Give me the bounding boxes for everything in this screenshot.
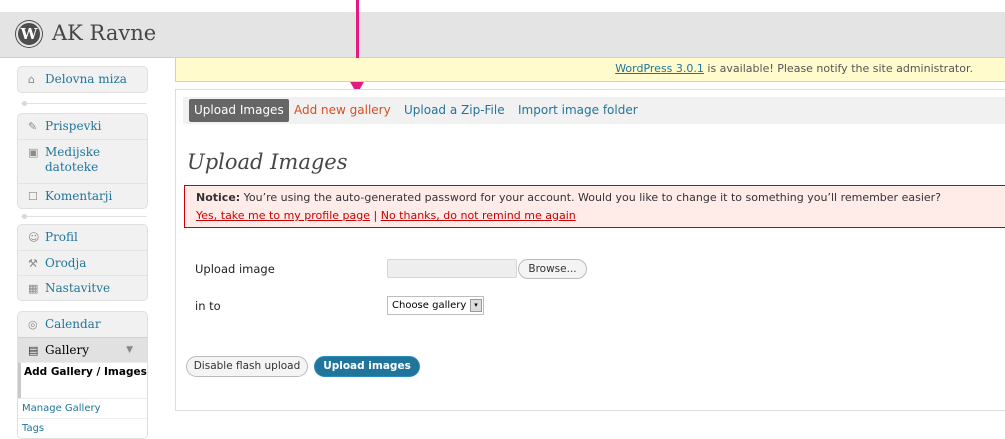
comment-icon: ☐ <box>28 190 38 203</box>
sidebar-item-label: Delovna miza <box>45 72 127 86</box>
site-title[interactable]: AK Ravne <box>52 21 156 45</box>
users-icon: ☺ <box>28 231 40 244</box>
dismiss-reminder-link[interactable]: No thanks, do not remind me again <box>381 209 576 222</box>
settings-icon: ▦ <box>28 282 39 295</box>
sidebar-item-gallery[interactable]: ▤ Gallery ▼ <box>18 337 147 362</box>
menu-group-content: ✎ Prispevki ▣ Medijske datoteke ☐ Komentarj… <box>17 113 148 209</box>
dropdown-arrow-icon[interactable]: ▾ <box>470 299 482 312</box>
notice-label: Notice: <box>196 191 241 204</box>
tools-icon: ⚒ <box>28 257 38 270</box>
update-notice: WordPress 3.0.1 is available! Please not… <box>175 58 1005 82</box>
admin-header: W AK Ravne <box>0 12 1005 58</box>
tab-import-folder[interactable]: Import image folder <box>518 99 638 122</box>
separator-handle-icon <box>22 214 27 219</box>
submenu-item-manage-gallery[interactable]: Manage Gallery <box>18 398 147 418</box>
submenu-toggle-icon[interactable]: ▼ <box>126 338 133 363</box>
notice-actions: Yes, take me to my profile page | No tha… <box>196 208 1005 224</box>
sidebar-item-label: Prispevki <box>45 119 102 133</box>
menu-group-plugins: ◎ Calendar ▤ Gallery ▼ Add Gallery / Image… <box>17 311 148 439</box>
sidebar-item-posts[interactable]: ✎ Prispevki <box>18 114 147 139</box>
sidebar-item-label: Komentarji <box>45 189 113 203</box>
tab-add-new-gallery[interactable]: Add new gallery <box>294 99 391 122</box>
calendar-icon: ◎ <box>28 318 38 331</box>
sidebar-item-profile[interactable]: ☺ Profil <box>18 225 147 250</box>
gallery-tabs: Upload Images Add new gallery Upload a Z… <box>183 97 1005 124</box>
gallery-select[interactable]: Choose gallery ▾ <box>387 296 484 315</box>
page-title: Upload Images <box>187 150 348 174</box>
media-icon: ▣ <box>28 146 39 159</box>
separator-handle-icon <box>22 101 27 106</box>
sidebar-item-label: Calendar <box>45 317 101 331</box>
tab-upload-images[interactable]: Upload Images <box>189 99 289 122</box>
notice-message: Notice: You’re using the auto-generated … <box>196 190 1005 206</box>
disable-flash-button[interactable]: Disable flash upload <box>186 356 308 377</box>
sidebar-item-label: Medijske datoteke <box>45 145 101 174</box>
file-path-input[interactable] <box>387 259 517 278</box>
browse-button[interactable]: Browse... <box>518 259 587 279</box>
submenu-item-add-gallery[interactable]: Add Gallery / Images <box>18 362 147 398</box>
menu-group-dashboard: ⌂ Delovna miza <box>17 66 148 93</box>
sidebar-item-label: Nastavitve <box>45 281 111 295</box>
menu-separator[interactable] <box>21 214 147 219</box>
gallery-icon: ▤ <box>28 344 39 357</box>
sidebar-item-label: Profil <box>45 230 78 244</box>
submenu-item-tags[interactable]: Tags <box>18 418 147 438</box>
upload-images-button[interactable]: Upload images <box>314 356 420 377</box>
main-content: Upload Images Add new gallery Upload a Z… <box>175 89 1005 411</box>
upload-image-label: Upload image <box>195 262 275 276</box>
sidebar-item-label: Gallery <box>45 343 90 357</box>
password-notice: Notice: You’re using the auto-generated … <box>184 185 1005 228</box>
sidebar-item-dashboard[interactable]: ⌂ Delovna miza <box>18 67 147 92</box>
notice-separator: | <box>370 209 381 222</box>
gallery-submenu: Add Gallery / Images Manage Gallery Tags <box>18 362 147 438</box>
menu-separator[interactable] <box>21 101 147 106</box>
wordpress-logo-icon[interactable]: W <box>16 21 42 47</box>
tab-upload-zip[interactable]: Upload a Zip-File <box>404 99 505 122</box>
sidebar-item-tools[interactable]: ⚒ Orodja <box>18 250 147 275</box>
profile-page-link[interactable]: Yes, take me to my profile page <box>196 209 370 222</box>
update-notice-message: is available! Please notify the site adm… <box>703 62 973 75</box>
pin-icon: ✎ <box>28 120 38 133</box>
into-gallery-label: in to <box>195 299 221 313</box>
sidebar-item-media[interactable]: ▣ Medijske datoteke <box>18 139 147 183</box>
update-notice-text: WordPress 3.0.1 is available! Please not… <box>615 58 973 80</box>
admin-sidebar: ⌂ Delovna miza ✎ Prispevki ▣ Medijske datot… <box>17 66 149 439</box>
update-link[interactable]: WordPress 3.0.1 <box>615 62 704 75</box>
home-icon: ⌂ <box>28 73 35 86</box>
sidebar-item-label: Orodja <box>45 256 87 270</box>
sidebar-item-settings[interactable]: ▦ Nastavitve <box>18 275 147 300</box>
notice-text: You’re using the auto-generated password… <box>240 191 942 204</box>
sidebar-item-comments[interactable]: ☐ Komentarji <box>18 183 147 208</box>
menu-group-settings: ☺ Profil ⚒ Orodja ▦ Nastavitve <box>17 224 148 301</box>
sidebar-item-calendar[interactable]: ◎ Calendar <box>18 312 147 337</box>
gallery-select-value: Choose gallery <box>392 300 467 311</box>
